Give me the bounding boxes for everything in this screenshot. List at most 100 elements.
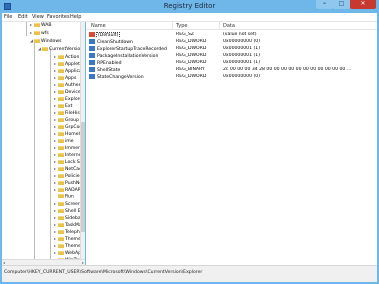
tree-vertical-scrollbar[interactable] [80,22,85,265]
column-header-name[interactable]: Name [91,23,106,29]
menu-bar: File Edit View Favorites Help [2,13,377,22]
tree-item-label: WAB [41,23,52,28]
value-row[interactable]: ExplorerStartupTraceRecorded REG_DWORD 0… [86,46,377,53]
menu-file[interactable]: File [4,14,12,20]
value-row[interactable]: CleanShutdown REG_DWORD 0x00000000 (0) [86,39,377,46]
list-header: Name Type Data [86,22,377,30]
tree-item-label: ime [65,139,74,144]
value-data: 0x00000000 (0) [223,39,260,44]
registry-editor-window: Registry Editor – □ ✕ File Edit View Fav… [0,0,379,284]
value-type: REG_DWORD [176,74,207,79]
value-type: REG_DWORD [176,39,207,44]
folder-icon [58,54,64,59]
tree-item-label: Group [65,118,79,123]
title-bar[interactable]: Registry Editor – □ ✕ [0,0,379,13]
folder-icon [58,124,64,129]
menu-edit[interactable]: Edit [18,14,28,20]
menu-favorites[interactable]: Favorites [47,14,70,20]
tree-guide-line [26,22,27,36]
maximize-icon: □ [338,0,345,7]
folder-icon [58,250,64,255]
binary-value-icon [89,53,95,58]
tree-item-wab[interactable]: ▸ WAB [30,22,52,30]
folder-icon [58,236,64,241]
folder-open-icon [34,38,40,43]
value-row[interactable]: PackageInstallationVersion REG_DWORD 0x0… [86,53,377,60]
folder-icon [34,22,40,27]
menu-view[interactable]: View [32,14,44,20]
column-header-type[interactable]: Type [176,23,187,29]
menu-help[interactable]: Help [70,14,81,20]
registry-key-tree[interactable]: ▸ WAB ▸ wfs ◢ Windows ◢ CurrentVersion ▸ Acti… [2,22,85,265]
binary-value-icon [89,67,95,72]
binary-value-icon [89,39,95,44]
value-data: 0x00000001 (1) [223,60,260,65]
close-button[interactable]: ✕ [350,0,376,9]
scrollbar-thumb[interactable] [81,122,85,232]
value-row[interactable]: (Default) REG_SZ (value not set) [86,32,377,39]
folder-icon [58,201,64,206]
binary-value-icon [89,46,95,51]
tree-item-label: wfs [41,31,49,36]
value-name: RPEnabled [97,61,122,66]
folder-icon [58,138,64,143]
folder-icon [58,131,64,136]
column-divider[interactable] [172,22,173,30]
tree-item-label: Apps [65,76,77,81]
status-bar: Computer\HKEY_CURRENT_USER\Software\Micr… [2,265,377,282]
value-type: REG_DWORD [176,60,207,65]
folder-icon [58,75,64,80]
registry-values-list[interactable]: Name Type Data (Default) REG_SZ (value n… [86,22,377,265]
folder-icon [58,222,64,227]
string-value-icon [89,32,95,37]
value-row[interactable]: StateChangeVersion REG_DWORD 0x00000000 … [86,74,377,81]
folder-icon [58,159,64,164]
folder-icon [34,30,40,35]
value-name: ShellState [97,68,121,73]
folder-icon [58,215,64,220]
tree-item-label: WebAp [65,251,82,256]
folder-icon [58,82,64,87]
tree-item-label: Device [65,90,81,95]
value-row[interactable]: RPEnabled REG_DWORD 0x00000001 (1) [86,60,377,67]
tree-item-wfs[interactable]: ▸ wfs [30,30,49,38]
minimize-button[interactable]: – [316,0,333,9]
folder-icon [58,89,64,94]
key-path: Computer\HKEY_CURRENT_USER\Software\Micr… [4,270,203,275]
binary-value-icon [89,74,95,79]
folder-icon [58,180,64,185]
column-header-data[interactable]: Data [223,23,235,29]
tree-item-windows[interactable]: ◢ Windows [30,38,62,46]
value-name: ExplorerStartupTraceRecorded [97,47,167,52]
minimize-icon: – [323,0,326,7]
value-data: 0x00000001 (1) [223,46,260,51]
folder-open-icon [42,46,48,51]
value-type: REG_SZ [176,32,195,37]
folder-icon [58,152,64,157]
folder-icon [58,194,64,198]
value-type: REG_BINARY [176,67,205,72]
tree-guide-line [50,48,51,265]
tree-item-label: Run [65,194,74,200]
value-type: REG_DWORD [176,53,207,58]
value-name: CleanShutdown [97,40,133,45]
value-name: StateChangeVersion [97,75,144,80]
close-icon: ✕ [360,0,366,7]
value-data: 0x00000000 (0) [223,74,260,79]
maximize-button[interactable]: □ [333,0,350,9]
tree-item-label: Action [65,55,80,60]
folder-icon [58,61,64,66]
folder-icon [58,103,64,108]
value-data: 2c 00 00 00 34 28 00 00 00 00 00 00 00 0… [223,67,352,72]
column-divider[interactable] [219,22,220,30]
value-type: REG_DWORD [176,46,207,51]
folder-icon [58,243,64,248]
tree-item-label: RADAR [65,188,81,193]
folder-icon [58,96,64,101]
tree-item-currentversion[interactable]: ◢ CurrentVersion [38,46,83,54]
value-row[interactable]: ShellState REG_BINARY 2c 00 00 00 34 28 … [86,67,377,74]
folder-icon [58,68,64,73]
folder-icon [58,229,64,234]
value-name: (Default) [95,32,121,38]
tree-item-label: Theme [65,237,81,242]
